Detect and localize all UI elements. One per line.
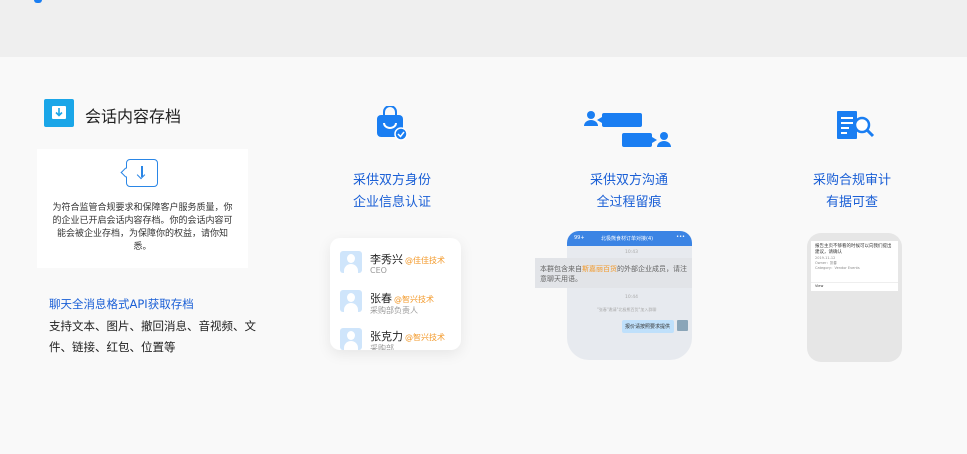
- download-notice-icon: [126, 159, 158, 187]
- archive-notice-text: 为符合监管合规要求和保障客户服务质量，你的企业已开启会话内容存档。你的会话内容可…: [52, 203, 233, 252]
- avatar: [340, 290, 362, 312]
- identity-line2: 企业信息认证: [352, 195, 431, 210]
- audit-category: Category：Vendor Events: [815, 266, 860, 270]
- contact-company: @智兴技术: [394, 295, 434, 304]
- identity-line1: 采供双方身份: [352, 173, 431, 188]
- chat-bubbles-icon: [582, 107, 672, 153]
- contact-name-line: 张春 @智兴技术: [370, 290, 434, 306]
- chat-time: 10:44: [625, 295, 638, 300]
- avatar: [677, 320, 688, 331]
- feature-description: 支持文本、图片、撤回消息、音视频、文件、链接、红包、位置等: [49, 319, 256, 354]
- external-member-banner: 本群包含来自斯嘉丽百货的外部企业成员，请注意聊天用语。: [535, 258, 692, 288]
- list-item[interactable]: 张克力 @智兴技术 采购部...: [340, 328, 460, 350]
- audit-title: 报告主页不够看的时候可以向我们提出建议，请确认: [815, 244, 892, 255]
- back-count[interactable]: 99+: [574, 235, 585, 241]
- contact-role: CEO: [370, 266, 387, 275]
- audit-view-link[interactable]: View: [815, 284, 823, 288]
- contact-role: 采购部负责人: [370, 306, 418, 315]
- contact-name-line: 张克力 @智兴技术: [370, 328, 445, 344]
- contact-company: @佳佳技术: [405, 256, 445, 265]
- communication-feature-text: 采供双方沟通 全过程留痕: [577, 170, 681, 214]
- chat-time: 10:43: [625, 250, 638, 255]
- avatar: [340, 328, 362, 350]
- banner-company: 斯嘉丽百货: [582, 265, 617, 273]
- feature-title: 聊天全消息格式API获取存档: [49, 297, 194, 311]
- top-banner: [0, 0, 967, 57]
- archive-notice-card: 为符合监管合规要求和保障客户服务质量，你的企业已开启会话内容存档。你的会话内容可…: [37, 149, 248, 268]
- chat-title-bar: 99+ 北极熊食材订单对接(4) •••: [567, 231, 692, 246]
- contact-role: 采购部...: [370, 344, 402, 350]
- top-accent: [34, 0, 42, 3]
- contact-name: 张克力: [370, 330, 403, 343]
- contact-name: 李秀兴: [370, 253, 403, 266]
- list-item[interactable]: 张春 @智兴技术 采购部负责人: [340, 290, 460, 324]
- banner-text: 本群包含来自: [540, 265, 582, 273]
- contact-list-card: 李秀兴 @佳佳技术 CEO 张春 @智兴技术 采购部负责人 张克力 @智兴技术 采购部…: [330, 238, 461, 350]
- shopping-bag-check-icon: [374, 105, 408, 146]
- avatar: [340, 251, 362, 273]
- contact-name-line: 李秀兴 @佳佳技术: [370, 251, 445, 267]
- section-title: 会话内容存档: [85, 107, 182, 126]
- contact-name: 张春: [370, 292, 392, 305]
- audit-line2: 有据可查: [825, 195, 878, 210]
- more-icon[interactable]: •••: [676, 234, 685, 240]
- archive-icon: [44, 99, 74, 127]
- chat-system-message: "张春"邀请"北极熊百货"加入群聊: [597, 307, 657, 312]
- contact-company: @智兴技术: [405, 333, 445, 342]
- chat-phone-mockup: 99+ 北极熊食材订单对接(4) ••• 10:43 10:44 "张春"邀请"…: [567, 231, 692, 360]
- audit-record-card[interactable]: 报告主页不够看的时候可以向我们提出建议，请确认 2019-11-12 Owner…: [811, 241, 898, 291]
- identity-feature-text: 采供双方身份 企业信息认证: [340, 170, 444, 214]
- document-search-icon: [836, 110, 876, 146]
- audit-line1: 采购合规审计: [812, 173, 891, 188]
- chat-bubble: 报价请按照要求提供: [622, 320, 674, 333]
- audit-feature-text: 采购合规审计 有据可查: [800, 170, 904, 214]
- chat-title: 北极熊食材订单对接(4): [601, 236, 654, 242]
- list-item[interactable]: 李秀兴 @佳佳技术 CEO: [340, 251, 460, 285]
- audit-phone-mockup: 报告主页不够看的时候可以向我们提出建议，请确认 2019-11-12 Owner…: [807, 233, 902, 362]
- communication-line1: 采供双方沟通: [589, 173, 668, 188]
- communication-line2: 全过程留痕: [596, 195, 662, 210]
